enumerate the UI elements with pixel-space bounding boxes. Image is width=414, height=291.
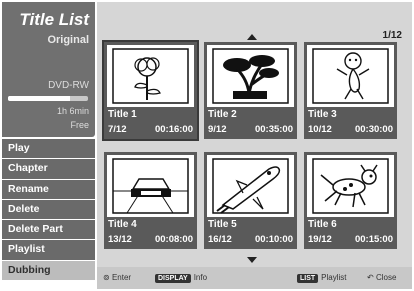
list-button[interactable]: LIST <box>297 274 319 283</box>
disc-capacity-fill <box>8 96 71 101</box>
close-label: Close <box>375 273 397 282</box>
list-hint: LIST Playlist <box>297 273 347 283</box>
cartoon-monkey-icon <box>307 45 394 107</box>
car-icon <box>107 155 194 217</box>
title-count: 10/12 <box>308 124 332 135</box>
title-name: Title 5 <box>208 219 237 230</box>
menu-item-delete-part[interactable]: Delete Part <box>2 220 95 240</box>
title-list-screen: Title List Original DVD-RW 1h 6min Free … <box>0 0 414 291</box>
disc-info-panel: Title List Original DVD-RW 1h 6min Free <box>2 2 95 137</box>
enter-label: Enter <box>111 273 132 282</box>
title-name: Title 4 <box>108 219 137 230</box>
menu-item-rename[interactable]: Rename <box>2 179 95 199</box>
scroll-down-arrow-icon[interactable] <box>247 257 257 263</box>
title-count: 19/12 <box>308 234 332 245</box>
title-thumbnail[interactable]: Title 2 9/12 00:35:00 <box>204 42 297 139</box>
title-count: 7/12 <box>108 124 127 135</box>
title-name: Title 6 <box>308 219 337 230</box>
rose-icon <box>107 45 194 107</box>
title-thumbnail[interactable]: Title 5 16/12 00:10:00 <box>204 152 297 249</box>
title-grid-area: 1/12 Title 1 7/12 00:16:00 Title 2 9/12 … <box>97 2 412 289</box>
title-duration: 00:16:00 <box>154 124 193 135</box>
enter-hint: ⊚ Enter <box>103 273 131 282</box>
title-count: 13/12 <box>108 234 132 245</box>
title-count: 9/12 <box>208 124 227 135</box>
title-count: 16/12 <box>208 234 232 245</box>
close-hint: ↶ Close <box>367 273 396 282</box>
free-label: Free <box>70 120 89 130</box>
sidebar: Title List Original DVD-RW 1h 6min Free … <box>2 2 95 289</box>
title-duration: 00:35:00 <box>254 124 293 135</box>
menu-item-chapter[interactable]: Chapter <box>2 159 95 179</box>
disc-capacity-bar <box>8 96 88 101</box>
title-thumbnail[interactable]: Title 3 10/12 00:30:00 <box>304 42 397 139</box>
title-name: Title 2 <box>208 109 237 120</box>
menu-item-dubbing[interactable]: Dubbing <box>2 260 95 281</box>
title-duration: 00:10:00 <box>254 234 293 245</box>
panel-title: Title List <box>19 10 89 29</box>
menu-item-delete[interactable]: Delete <box>2 199 95 220</box>
help-bar: ⊚ Enter DISPLAY Info LIST Playlist ↶ Close <box>97 267 412 289</box>
title-duration: 00:30:00 <box>354 124 393 135</box>
title-thumbnail[interactable]: Title 4 13/12 00:08:00 <box>104 152 197 249</box>
title-name: Title 1 <box>108 109 137 120</box>
display-hint: DISPLAY Info <box>155 273 207 283</box>
info-label: Info <box>193 273 208 282</box>
free-space: Free <box>70 120 89 130</box>
display-button[interactable]: DISPLAY <box>155 274 191 283</box>
title-duration: 00:15:00 <box>354 234 393 245</box>
remaining-time: 1h 6min <box>56 106 89 116</box>
panel-subtitle: Original <box>47 34 89 46</box>
bonsai-icon <box>207 45 294 107</box>
return-arrow-icon: ↶ <box>367 273 374 282</box>
menu-item-play[interactable]: Play <box>2 139 95 159</box>
menu-item-playlist[interactable]: Playlist <box>2 240 95 260</box>
title-name: Title 3 <box>308 109 337 120</box>
space-shuttle-icon <box>207 155 294 217</box>
playlist-label: Playlist <box>321 273 347 282</box>
title-thumbnail[interactable]: Title 6 19/12 00:15:00 <box>304 152 397 249</box>
enter-button-icon: ⊚ <box>103 273 110 282</box>
scroll-up-arrow-icon[interactable] <box>247 34 257 40</box>
disc-type: DVD-RW <box>48 80 89 91</box>
title-duration: 00:08:00 <box>154 234 193 245</box>
running-dog-icon <box>307 155 394 217</box>
page-indicator: 1/12 <box>382 30 402 41</box>
title-thumbnail[interactable]: Title 1 7/12 00:16:00 <box>104 42 197 139</box>
option-menu: Play Chapter Rename Delete Delete Part P… <box>2 139 95 281</box>
